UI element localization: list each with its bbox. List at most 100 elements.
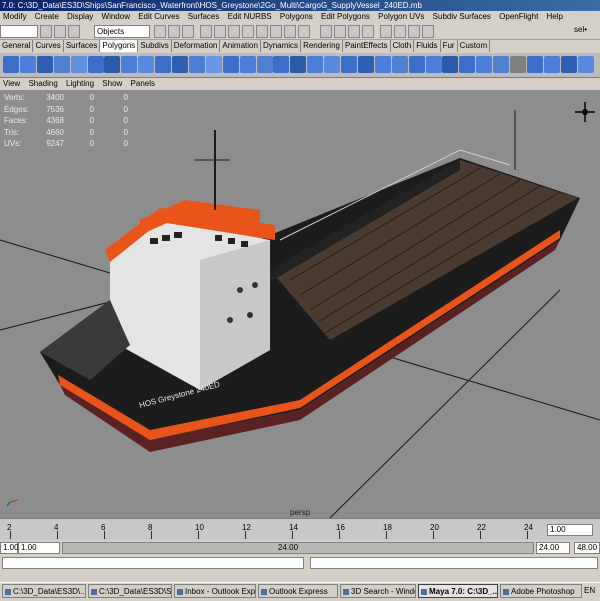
mask-joint-icon[interactable] [214, 25, 226, 38]
range-bar[interactable]: 24.00 [62, 542, 534, 554]
menu-set-dropdown[interactable] [0, 25, 38, 38]
shelf-tab-deformation[interactable]: Deformation [172, 40, 221, 52]
menu-create[interactable]: Create [32, 12, 62, 21]
menu-openflight[interactable]: OpenFlight [496, 12, 541, 21]
snap-grid-icon[interactable] [320, 25, 332, 38]
selection-mode-field[interactable]: Objects [94, 25, 150, 38]
shelf-tool-icon[interactable] [205, 56, 222, 73]
shelf-tab-cloth[interactable]: Cloth [391, 40, 415, 52]
shelf-tab-dynamics[interactable]: Dynamics [261, 40, 302, 52]
mask-dynamic-icon[interactable] [270, 25, 282, 38]
panel-menu-panels[interactable]: Panels [128, 79, 158, 88]
shelf-tab-surfaces[interactable]: Surfaces [64, 40, 101, 52]
time-slider[interactable]: 1.00 2 4 6 8 10 12 14 16 18 20 22 24 [0, 518, 600, 541]
shelf-tool-icon[interactable] [442, 56, 459, 73]
perspective-viewport[interactable]: HOS Greystone 240ED Verts: 3400 0 0 Edges: 7… [0, 90, 600, 518]
menu-subdiv-surfaces[interactable]: Subdiv Surfaces [430, 12, 494, 21]
shelf-tool-icon[interactable] [172, 56, 188, 73]
mask-handle-icon[interactable] [200, 25, 212, 38]
anim-end-field[interactable]: 48.00 [574, 542, 600, 554]
snap-view-plane-icon[interactable] [362, 25, 374, 38]
mask-surface-icon[interactable] [242, 25, 254, 38]
shelf-tool-icon[interactable] [138, 56, 155, 73]
range-end-field[interactable]: 24.00 [536, 542, 570, 554]
render-globals-icon[interactable] [422, 25, 434, 38]
shelf-tab-curves[interactable]: Curves [33, 40, 64, 52]
menu-edit-polygons[interactable]: Edit Polygons [318, 12, 373, 21]
select-component-icon[interactable] [182, 25, 194, 38]
shelf-tool-icon[interactable] [53, 56, 70, 73]
shelf-tool-icon[interactable] [391, 56, 408, 73]
snap-point-icon[interactable] [348, 25, 360, 38]
shelf-tool-icon[interactable] [493, 56, 510, 73]
shelf-tab-painteffects[interactable]: PaintEffects [343, 40, 391, 52]
menu-surfaces[interactable]: Surfaces [185, 12, 223, 21]
language-indicator[interactable]: EN [584, 584, 600, 598]
mask-deform-icon[interactable] [256, 25, 268, 38]
panel-menu-lighting[interactable]: Lighting [63, 79, 97, 88]
select-hierarchy-icon[interactable] [154, 25, 166, 38]
shelf-tool-icon[interactable] [577, 56, 594, 73]
shelf-tool-icon[interactable] [307, 56, 324, 73]
shelf-tab-subdivs[interactable]: Subdivs [138, 40, 172, 52]
select-object-icon[interactable] [168, 25, 180, 38]
menu-polygon-uvs[interactable]: Polygon UVs [375, 12, 427, 21]
ipr-render-icon[interactable] [408, 25, 420, 38]
taskbar-button[interactable]: Inbox - Outlook Exp... [174, 584, 256, 598]
shelf-tool-icon[interactable] [3, 56, 19, 73]
taskbar-button[interactable]: 3D Search - Windo... [340, 584, 416, 598]
menu-modify[interactable]: Modify [0, 12, 30, 21]
shelf-tool-icon[interactable] [357, 56, 374, 73]
command-input[interactable] [2, 557, 304, 569]
save-scene-icon[interactable] [68, 25, 80, 38]
shelf-tool-icon[interactable] [70, 56, 87, 73]
mask-curve-icon[interactable] [228, 25, 240, 38]
taskbar-button-maya[interactable]: Maya 7.0: C:\3D_... [418, 584, 498, 598]
shelf-tool-icon[interactable] [290, 56, 307, 73]
shelf-tool-icon[interactable] [324, 56, 341, 73]
shelf-tool-icon[interactable] [121, 56, 138, 73]
menu-edit-nurbs[interactable]: Edit NURBS [225, 12, 275, 21]
shelf-tool-icon[interactable] [341, 56, 357, 73]
mask-misc-icon[interactable] [298, 25, 310, 38]
shelf-tool-icon[interactable] [526, 56, 543, 73]
start-time-field[interactable]: 1.00 [0, 542, 19, 554]
shelf-tool-icon[interactable] [104, 56, 121, 73]
panel-menu-shading[interactable]: Shading [25, 79, 60, 88]
taskbar-button[interactable]: C:\3D_Data\ES3D\S... [88, 584, 172, 598]
shelf-tool-icon[interactable] [155, 56, 172, 73]
panel-menu-view[interactable]: View [0, 79, 23, 88]
shelf-tool-icon[interactable] [36, 56, 53, 73]
current-frame-field[interactable]: 1.00 [547, 524, 593, 536]
open-scene-icon[interactable] [54, 25, 66, 38]
menu-window[interactable]: Window [99, 12, 133, 21]
mask-render-icon[interactable] [284, 25, 296, 38]
shelf-tool-icon[interactable] [19, 56, 36, 73]
shelf-tool-icon[interactable] [87, 56, 104, 73]
shelf-tool-icon[interactable] [560, 56, 577, 73]
menu-help[interactable]: Help [544, 12, 566, 21]
panel-menu-show[interactable]: Show [99, 79, 125, 88]
shelf-tab-animation[interactable]: Animation [220, 40, 261, 52]
shelf-tool-icon[interactable] [239, 56, 256, 73]
taskbar-button[interactable]: C:\3D_Data\ES3D\... [2, 584, 86, 598]
shelf-tool-icon[interactable] [273, 56, 290, 73]
render-frame-icon[interactable] [394, 25, 406, 38]
shelf-tool-icon[interactable] [476, 56, 493, 73]
shelf-tab-custom[interactable]: Custom [458, 40, 491, 52]
selection-field-label[interactable]: sel• [574, 25, 587, 34]
shelf-tool-icon[interactable] [222, 56, 239, 73]
shelf-tool-icon[interactable] [543, 56, 560, 73]
shelf-tool-icon[interactable] [510, 56, 526, 73]
taskbar-button[interactable]: Adobe Photoshop [500, 584, 582, 598]
menu-edit-curves[interactable]: Edit Curves [135, 12, 182, 21]
shelf-tool-icon[interactable] [408, 56, 425, 73]
snap-curve-icon[interactable] [334, 25, 346, 38]
shelf-tab-general[interactable]: General [0, 40, 34, 52]
shelf-tab-polygons[interactable]: Polygons [100, 40, 139, 52]
menu-polygons[interactable]: Polygons [277, 12, 316, 21]
new-scene-icon[interactable] [40, 25, 52, 38]
shelf-tab-fur[interactable]: Fur [441, 40, 458, 52]
shelf-tool-icon[interactable] [459, 56, 476, 73]
history-icon[interactable] [380, 25, 392, 38]
